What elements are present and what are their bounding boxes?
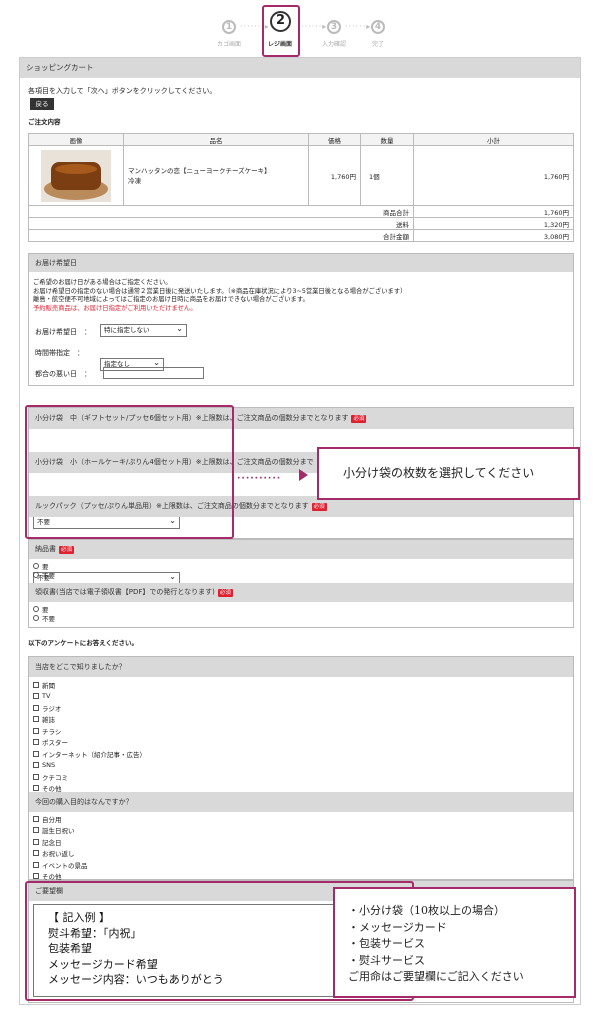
step-1-label: カゴ画面	[216, 41, 241, 48]
callout-services: ・小分け袋（10枚以上の場合） ・メッセージカード ・包装サービス ・熨斗サービ…	[333, 887, 576, 998]
step-3-label: 入力確認	[321, 41, 346, 48]
total-label: 送料	[28, 217, 414, 230]
bag-highlight	[25, 405, 234, 539]
arrow-head-icon	[299, 469, 308, 481]
unavailable-date-input[interactable]	[103, 367, 204, 379]
callout-line: ・熨斗サービス	[348, 953, 425, 967]
qty-cell: 1個	[360, 145, 414, 206]
total-label: 合計金額	[28, 229, 414, 242]
q1-checkbox[interactable]: インターネット（紹介記事・広告）	[33, 748, 146, 760]
callout-line: ・包装サービス	[348, 937, 425, 950]
dotted-arrow-icon: ··········	[237, 474, 282, 484]
subtotal-cell: 1,760円	[413, 145, 574, 206]
step-1-icon: 1	[222, 20, 236, 34]
price-cell: 1,760円	[308, 145, 361, 206]
page-title: ショッピングカート	[20, 58, 580, 78]
total-label: 商品合計	[28, 205, 414, 218]
q1-checkbox[interactable]: 新聞	[33, 679, 146, 691]
col-header: 数量	[360, 133, 414, 146]
q2-title: 今回の購入目的はなんですか？	[29, 792, 573, 812]
q1-checkbox[interactable]: ラジオ	[33, 702, 146, 714]
q1-title: 当店をどこで知りましたか？	[29, 657, 573, 677]
q1-checkbox[interactable]: SNS	[33, 760, 146, 772]
order-heading: ご注文内容	[28, 118, 61, 126]
invoice-options: 要 不要	[33, 561, 55, 580]
delivery-note-red: 予約販売商品は、お届け日指定がご利用いただけません。	[33, 304, 197, 312]
delivery-notes: ご希望のお届け日がある場合はご指定ください。 お届け希望日の指定のない場合は通常…	[33, 279, 406, 313]
delivery-title: お届け希望日	[29, 254, 573, 272]
receipt-option[interactable]: 不要	[33, 613, 55, 623]
delivery-note: ご希望のお届け日がある場合はご指定ください。	[33, 279, 172, 286]
delivery-date-select[interactable]: 特に指定しない	[100, 323, 187, 337]
q2-checkbox[interactable]: 記念日	[33, 836, 88, 848]
order-table: 画像 品名 価格 数量 小計 マンハッタンの恋【ニューヨークチーズケーキ】 冷凍 …	[28, 133, 574, 242]
q1-checkbox[interactable]: チラシ	[33, 725, 146, 737]
callout-line: ・小分け袋（10枚以上の場合）	[348, 904, 505, 917]
q1-checkbox[interactable]: クチコミ	[33, 771, 146, 783]
q2-checkbox[interactable]: 自分用	[33, 813, 88, 825]
required-badge: 必須	[59, 546, 75, 554]
delivery-note: お届け希望日の指定のない場合は通常２営業日後に発送いたします。（※商品在庫状況に…	[33, 287, 407, 295]
current-step-highlight	[262, 5, 300, 57]
product-image-cell	[28, 145, 124, 206]
required-badge: 必須	[311, 503, 327, 511]
q1-options: 新聞 TV ラジオ 雑誌 チラシ ポスター インターネット（紹介記事・広告） S…	[33, 679, 146, 794]
callout-line: ・メッセージカード	[348, 920, 447, 934]
q1-checkbox[interactable]: 雑誌	[33, 714, 146, 726]
q2-options: 自分用 誕生日祝い 記念日 お祝い返し イベントの景品 その他	[33, 813, 88, 882]
col-header: 品名	[123, 133, 309, 146]
q2-checkbox[interactable]: イベントの景品	[33, 859, 88, 871]
total-value: 1,320円	[413, 217, 574, 230]
q2-checkbox[interactable]: 誕生日祝い	[33, 825, 88, 837]
required-badge: 必須	[217, 589, 233, 597]
delivery-date-label: お届け希望日 ：	[35, 328, 91, 336]
step-4-label: 完了	[371, 41, 384, 48]
intro-text: 各項目を入力して「次へ」ボタンをクリックしてください。	[28, 87, 217, 95]
callout-line: ご用命はご要望欄にご記入ください	[348, 970, 524, 983]
receipt-options: 要 不要	[33, 604, 55, 623]
arrow-icon: ······▸	[301, 22, 328, 31]
product-name-cell: マンハッタンの恋【ニューヨークチーズケーキ】 冷凍	[123, 145, 309, 206]
invoice-title: 納品書	[35, 545, 56, 553]
invoice-option[interactable]: 不要	[33, 570, 55, 580]
time-slot-label: 時間帯指定 ：	[35, 349, 84, 357]
delivery-note: 離島・航空便不可地域によってはご指定のお届け日時に商品をお届けできない場合がござ…	[33, 296, 309, 303]
step-3-icon: 3	[327, 20, 341, 34]
receipt-title: 領収書(当店では電子領収書【PDF】での発行となります)	[35, 588, 215, 596]
col-header: 画像	[28, 133, 124, 146]
q1-checkbox[interactable]: TV	[33, 691, 146, 703]
survey-intro: 以下のアンケートにお答えください。	[28, 639, 139, 647]
q1-checkbox[interactable]: ポスター	[33, 737, 146, 749]
required-badge: 必須	[351, 415, 367, 423]
q2-checkbox[interactable]: お祝い返し	[33, 848, 88, 860]
total-value: 3,080円	[413, 229, 574, 242]
back-button[interactable]: 戻る	[30, 98, 54, 110]
product-name[interactable]: マンハッタンの恋【ニューヨークチーズケーキ】	[128, 167, 271, 175]
receipt-row: 領収書(当店では電子領収書【PDF】での発行となります) 必須	[29, 583, 573, 602]
col-header: 小計	[413, 133, 574, 146]
col-header: 価格	[308, 133, 361, 146]
callout-bag: 小分け袋の枚数を選択してください	[317, 447, 580, 500]
invoice-row: 納品書 必須	[29, 540, 573, 559]
total-value: 1,760円	[413, 205, 574, 218]
cheesecake-image[interactable]	[41, 149, 111, 202]
step-4-icon: 4	[371, 20, 385, 34]
unavailable-date-label: 都合の悪い日 ：	[35, 370, 91, 378]
arrow-icon: ······▸	[345, 22, 372, 31]
product-temp: 冷凍	[128, 177, 141, 185]
